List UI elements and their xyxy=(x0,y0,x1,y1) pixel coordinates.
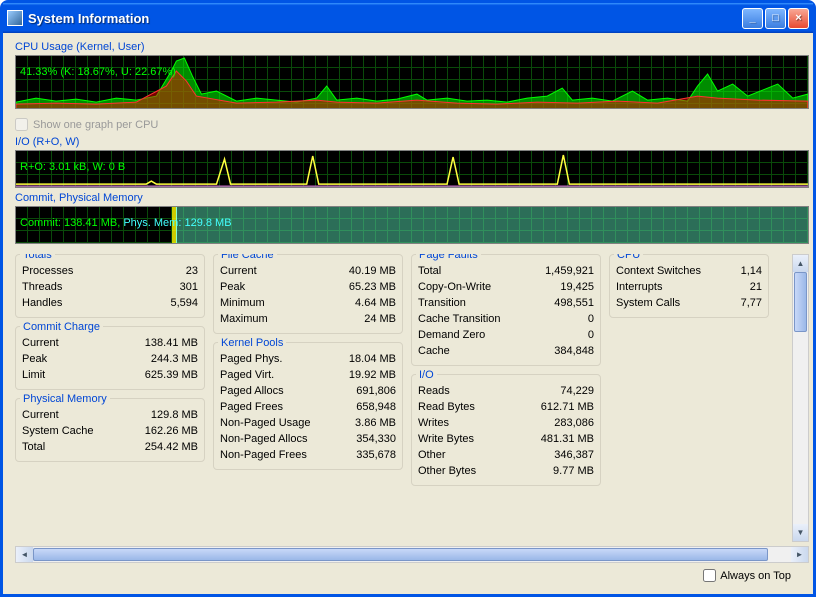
cpu-graph-label: CPU Usage (Kernel, User) xyxy=(15,41,809,53)
kernel-pools-group: Kernel Pools Paged Phys.18.04 MB Paged V… xyxy=(213,342,403,470)
mem-graph: Commit: 138.41 MB, Phys. Mem: 129.8 MB xyxy=(15,206,809,244)
content-area: CPU Usage (Kernel, User) 41.33% (K: 18.6… xyxy=(3,33,813,594)
io-graph: R+O: 3.01 kB, W: 0 B xyxy=(15,150,809,188)
scroll-up-icon[interactable]: ▲ xyxy=(793,255,808,272)
show-per-cpu-label: Show one graph per CPU xyxy=(33,119,158,131)
totals-group: Totals Processes23 Threads301 Handles5,5… xyxy=(15,254,205,318)
vertical-scrollbar-thumb[interactable] xyxy=(794,272,807,332)
always-on-top-label: Always on Top xyxy=(720,570,791,582)
minimize-button[interactable]: _ xyxy=(742,8,763,29)
io-graph-label: I/O (R+O, W) xyxy=(15,136,809,148)
vertical-scrollbar[interactable]: ▲ ▼ xyxy=(792,254,809,542)
cpu-graph-readout: 41.33% (K: 18.67%, U: 22.67%) xyxy=(20,66,176,78)
horizontal-scrollbar-thumb[interactable] xyxy=(33,548,768,561)
horizontal-scrollbar[interactable]: ◄ ► xyxy=(15,546,809,563)
window-title: System Information xyxy=(28,11,149,26)
cpu-graph: 41.33% (K: 18.67%, U: 22.67%) xyxy=(15,55,809,109)
page-faults-group: Page Faults Total1,459,921 Copy-On-Write… xyxy=(411,254,601,366)
io-group: I/O Reads74,229 Read Bytes612.71 MB Writ… xyxy=(411,374,601,486)
titlebar[interactable]: System Information _ □ × xyxy=(3,3,813,33)
mem-graph-readout: Commit: 138.41 MB, Phys. Mem: 129.8 MB xyxy=(20,217,232,229)
system-information-window: System Information _ □ × CPU Usage (Kern… xyxy=(0,0,816,597)
stats-panel: Totals Processes23 Threads301 Handles5,5… xyxy=(15,254,792,542)
commit-charge-group: Commit Charge Current138.41 MB Peak244.3… xyxy=(15,326,205,390)
file-cache-group: File Cache Current40.19 MB Peak65.23 MB … xyxy=(213,254,403,334)
maximize-button[interactable]: □ xyxy=(765,8,786,29)
scroll-down-icon[interactable]: ▼ xyxy=(793,524,808,541)
close-button[interactable]: × xyxy=(788,8,809,29)
app-icon xyxy=(7,10,23,26)
io-graph-readout: R+O: 3.01 kB, W: 0 B xyxy=(20,161,125,173)
scroll-left-icon[interactable]: ◄ xyxy=(16,547,33,562)
mem-graph-label: Commit, Physical Memory xyxy=(15,192,809,204)
always-on-top-checkbox[interactable] xyxy=(703,569,716,582)
scroll-right-icon[interactable]: ► xyxy=(791,547,808,562)
physical-memory-group: Physical Memory Current129.8 MB System C… xyxy=(15,398,205,462)
cpu-group: CPU Context Switches1,14 Interrupts21 Sy… xyxy=(609,254,769,318)
show-per-cpu-checkbox xyxy=(15,118,28,131)
